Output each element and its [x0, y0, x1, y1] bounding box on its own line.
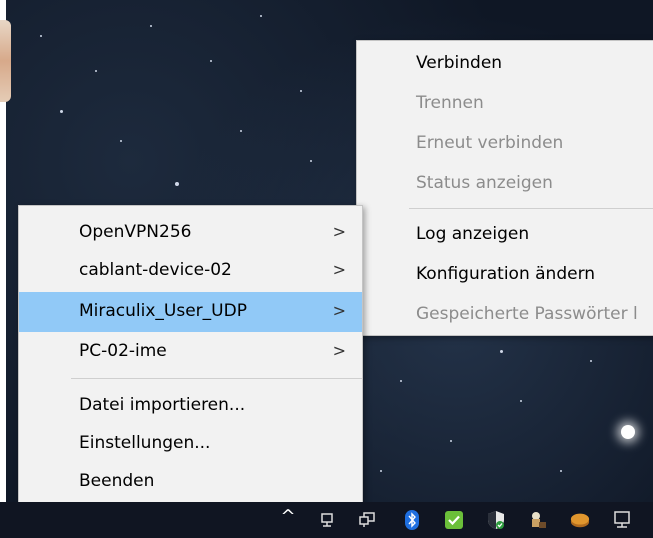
security-shield-icon[interactable] [486, 510, 506, 530]
connection-submenu: Verbinden Trennen Erneut verbinden Statu… [356, 40, 653, 336]
connection-item-openvpn256[interactable]: OpenVPN256 > [19, 213, 362, 253]
chevron-right-icon: > [332, 260, 346, 279]
star [260, 15, 262, 17]
menu-item-label: Status anzeigen [416, 173, 553, 193]
tray-context-menu: OpenVPN256 > cablant-device-02 > Miracul… [18, 205, 363, 503]
connection-item-cablant-device-02[interactable]: cablant-device-02 > [19, 251, 362, 291]
connection-item-miraculix-user-udp[interactable]: Miraculix_User_UDP > [19, 292, 362, 332]
connection-item-pc-02-ime[interactable]: PC-02-ime > [19, 332, 362, 372]
menu-item-label: Gespeicherte Passwörter l [416, 304, 638, 324]
menu-item-connect[interactable]: Verbinden [357, 44, 653, 84]
defender-check-icon[interactable] [444, 510, 464, 530]
taskbar: ^ [0, 502, 653, 538]
menu-item-label: Datei importieren... [79, 395, 246, 415]
star [310, 160, 312, 162]
star [150, 25, 152, 27]
star [175, 182, 179, 186]
menu-item-disconnect[interactable]: Trennen [357, 84, 653, 124]
star [520, 400, 522, 402]
chevron-right-icon: > [332, 222, 346, 241]
show-hidden-icons-chevron[interactable]: ^ [278, 506, 298, 527]
menu-item-exit[interactable]: Beenden [19, 462, 362, 502]
menu-item-show-status[interactable]: Status anzeigen [357, 164, 653, 204]
menu-item-label: Miraculix_User_UDP [79, 301, 247, 321]
chevron-right-icon: > [332, 341, 346, 360]
star [240, 130, 242, 132]
star [500, 350, 503, 353]
menu-item-label: OpenVPN256 [79, 222, 192, 242]
star [300, 90, 302, 92]
star [450, 440, 452, 442]
menu-item-label: Einstellungen... [79, 433, 211, 453]
menu-item-label: Beenden [79, 471, 155, 491]
bluetooth-icon[interactable] [402, 510, 422, 530]
menu-item-label: Verbinden [416, 53, 503, 73]
star [380, 470, 382, 472]
menu-item-settings[interactable]: Einstellungen... [19, 424, 362, 464]
menu-item-edit-config[interactable]: Konfiguration ändern [357, 255, 653, 295]
bright-star [621, 425, 635, 439]
network-icon[interactable] [358, 510, 378, 530]
menu-separator [409, 208, 653, 209]
network-monitor-icon[interactable] [318, 510, 338, 530]
star [400, 380, 402, 382]
star [60, 110, 63, 113]
menu-item-label: Konfiguration ändern [416, 264, 596, 284]
chevron-right-icon: > [332, 301, 346, 320]
menu-item-show-log[interactable]: Log anzeigen [357, 215, 653, 255]
menu-item-label: cablant-device-02 [79, 260, 232, 280]
menu-item-saved-passwords[interactable]: Gespeicherte Passwörter l [357, 295, 653, 335]
disk-app-icon[interactable] [570, 510, 590, 530]
star [40, 35, 42, 37]
menu-item-label: Erneut verbinden [416, 133, 564, 153]
puzzle-app-icon[interactable] [528, 510, 548, 530]
display-icon[interactable] [613, 510, 633, 530]
star [120, 140, 122, 142]
menu-separator [71, 378, 362, 379]
menu-item-label: Trennen [416, 93, 484, 113]
star [95, 70, 97, 72]
star [590, 360, 592, 362]
star [210, 60, 212, 62]
menu-item-reconnect[interactable]: Erneut verbinden [357, 124, 653, 164]
menu-item-import-file[interactable]: Datei importieren... [19, 386, 362, 426]
menu-item-label: PC-02-ime [79, 341, 167, 361]
star [560, 470, 562, 472]
menu-item-label: Log anzeigen [416, 224, 530, 244]
desktop-icon-edge [0, 20, 11, 102]
